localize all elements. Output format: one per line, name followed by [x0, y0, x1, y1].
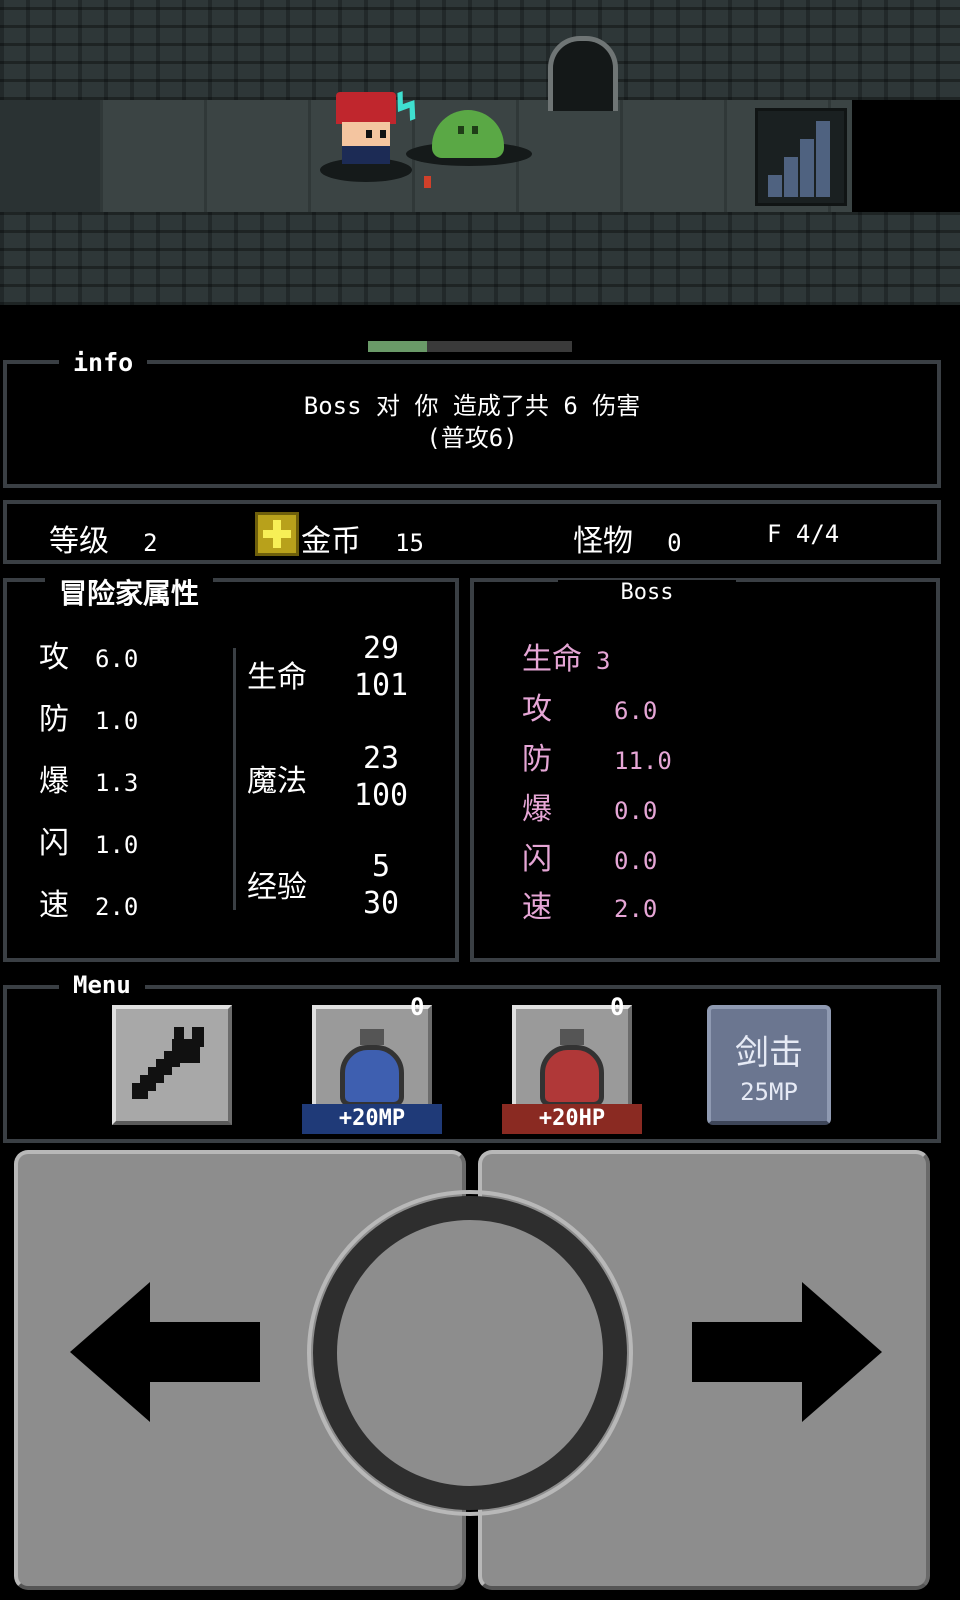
gold-value: 15: [395, 529, 424, 557]
settings-button[interactable]: [112, 1005, 232, 1125]
mp-potion-label: +20MP: [302, 1104, 442, 1134]
monster-stat: 怪物 0: [573, 516, 682, 560]
hero-panel-divider: [233, 648, 236, 910]
level-label: 等级: [49, 524, 109, 559]
dungeon-wall-top: [0, 0, 960, 100]
skill-cost: 25MP: [740, 1078, 798, 1106]
arrow-right-icon: [692, 1282, 882, 1422]
hp-potion-icon: [560, 1029, 584, 1045]
hero-crit: 爆 1.3: [39, 764, 139, 799]
circle-button-icon[interactable]: [307, 1190, 633, 1516]
info-title: info: [59, 348, 148, 377]
hero-speed: 速 2.0: [39, 888, 139, 923]
status-bar: 等级 2 金币 15 怪物 0 F 4/4: [3, 500, 941, 564]
dungeon-scene: ϟ: [0, 0, 960, 305]
monster-value: 0: [667, 529, 682, 557]
hp-potion-count: 0: [610, 993, 625, 1021]
player-character: [336, 92, 396, 168]
hero-hp-label: 生命: [247, 660, 307, 695]
hero-hp-values: 29 101: [353, 631, 409, 703]
monster-label: 怪物: [573, 524, 633, 559]
hero-mp-values: 23 100: [353, 741, 409, 813]
level-stat: 等级 2: [49, 516, 158, 560]
damage-mark: [424, 176, 431, 188]
hero-defense: 防 1.0: [39, 702, 139, 737]
gold-label: 金币: [301, 524, 361, 559]
boss-crit: 爆 0.0: [522, 792, 658, 827]
mp-potion-icon: [360, 1029, 384, 1045]
turn-progress-fill: [368, 341, 428, 352]
dungeon-floor-dark: [0, 100, 100, 212]
arrow-left-icon: [70, 1282, 260, 1422]
sword-skill-button[interactable]: 剑击 25MP: [707, 1005, 831, 1125]
boss-attack: 攻 6.0: [522, 692, 658, 727]
hero-dodge: 闪 1.0: [39, 826, 139, 861]
gold-stat: 金币 15: [301, 516, 424, 560]
wrench-icon: [132, 1027, 204, 1099]
stairs-icon[interactable]: [755, 108, 847, 206]
hero-attributes-panel: 冒险家属性 攻 6.0 防 1.0 爆 1.3 闪 1.0 速 2.0 生命 29 101 …: [3, 572, 459, 962]
doorway-arch: [548, 36, 618, 111]
turn-progress-bar: [368, 341, 572, 352]
hero-mp-label: 魔法: [247, 764, 307, 799]
boss-defense: 防 11.0: [522, 742, 672, 777]
menu-title: Menu: [59, 971, 145, 999]
skill-name: 剑击: [735, 1033, 803, 1073]
boss-hp: 生命 3: [522, 642, 611, 677]
hp-potion-label: +20HP: [502, 1104, 642, 1134]
boss-attributes-panel: Boss 生命 3 攻 6.0 防 11.0 爆 0.0 闪 0.0 速 2.0: [470, 578, 940, 962]
dungeon-wall-bottom: [0, 212, 960, 305]
hero-exp-label: 经验: [247, 870, 307, 905]
boss-panel-title: Boss: [558, 580, 736, 605]
info-panel: info Boss 对 你 造成了共 6 伤害 (普攻6): [3, 348, 941, 488]
hero-exp-values: 5 30: [362, 849, 400, 921]
boss-dodge: 闪 0.0: [522, 842, 658, 877]
floor-indicator: F 4/4: [767, 520, 840, 548]
info-message: Boss 对 你 造成了共 6 伤害: [303, 392, 641, 420]
mp-potion-count: 0: [410, 993, 425, 1021]
gold-plus-icon: [255, 512, 299, 556]
hero-attack: 攻 6.0: [39, 640, 139, 675]
level-value: 2: [143, 529, 158, 557]
info-message-detail: (普攻6): [426, 424, 518, 452]
boss-speed: 速 2.0: [522, 890, 658, 925]
hero-panel-title: 冒险家属性: [45, 572, 214, 612]
